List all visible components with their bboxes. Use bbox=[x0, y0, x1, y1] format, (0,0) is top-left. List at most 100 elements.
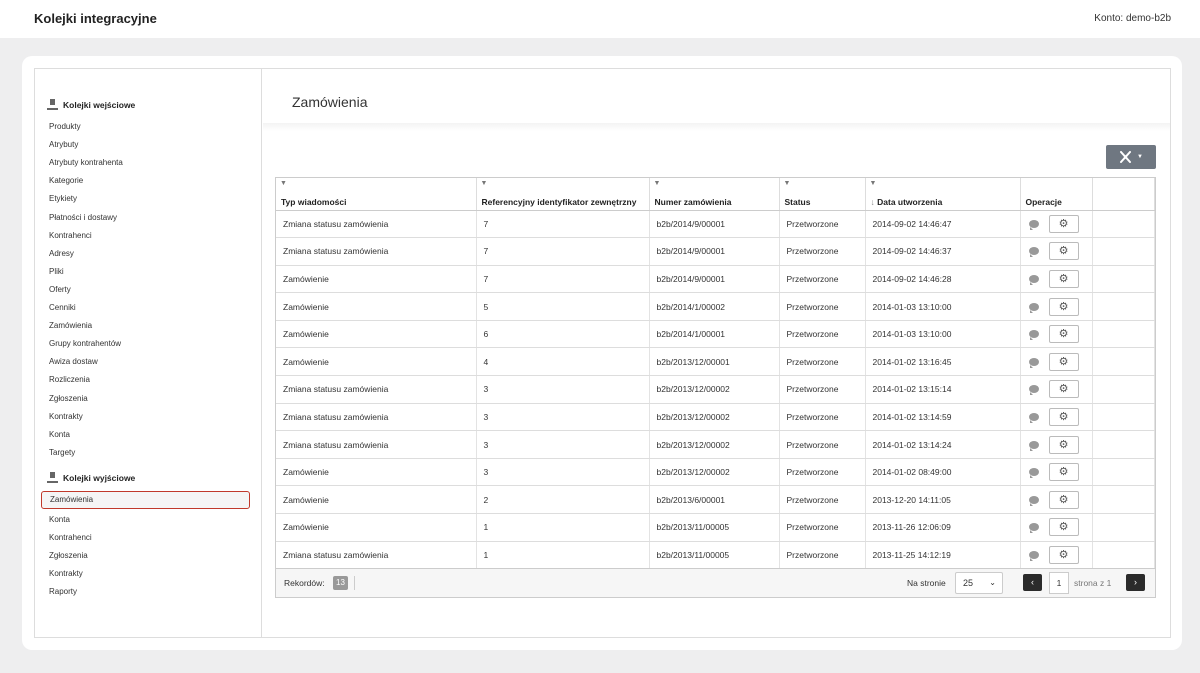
sidebar-item-zgłoszenia[interactable]: Zgłoszenia bbox=[49, 549, 88, 563]
table-row[interactable]: Zamówienie 2 b2b/2013/6/00001 Przetworzone 2… bbox=[276, 485, 1155, 515]
comment-icon[interactable] bbox=[1028, 219, 1039, 230]
inbound-queues-title: Kolejki wejściowe bbox=[63, 99, 136, 110]
sidebar-item-awiza-dostaw[interactable]: Awiza dostaw bbox=[49, 355, 98, 369]
table-cell: Przetworzone bbox=[779, 265, 866, 294]
table-row[interactable]: Zmiana statusu zamówienia 7 b2b/2014/9/000… bbox=[276, 237, 1155, 266]
sidebar-item-rozliczenia[interactable]: Rozliczenia bbox=[49, 373, 90, 387]
gear-icon[interactable]: ⚙ bbox=[1048, 407, 1079, 426]
sidebar-item-cenniki[interactable]: Cenniki bbox=[49, 301, 76, 315]
sidebar-item-raporty[interactable]: Raporty bbox=[49, 585, 77, 599]
comment-icon[interactable] bbox=[1028, 440, 1039, 451]
gear-icon[interactable]: ⚙ bbox=[1048, 380, 1079, 399]
per-page-select[interactable]: 25 ⌄ bbox=[955, 572, 1003, 594]
table-cell: Przetworzone bbox=[779, 458, 866, 487]
sidebar-item-targety[interactable]: Targety bbox=[49, 446, 75, 460]
table-cell: 5 bbox=[476, 292, 650, 321]
table-row[interactable]: Zamówienie 1 b2b/2013/11/00005 Przetworzone… bbox=[276, 513, 1155, 542]
table-cell: 7 bbox=[476, 237, 650, 266]
table-cell-filler bbox=[1092, 403, 1155, 432]
page-of-label: strona z 1 bbox=[1074, 578, 1112, 588]
table-row[interactable]: Zmiana statusu zamówienia 7 b2b/2014/9/000… bbox=[276, 210, 1155, 239]
table-cell: Przetworzone bbox=[779, 210, 866, 239]
table-row[interactable]: Zamówienie 4 b2b/2013/12/00001 Przetworzone… bbox=[276, 347, 1155, 377]
sidebar-item-etykiety[interactable]: Etykiety bbox=[49, 192, 77, 206]
table-row[interactable]: Zamówienie 6 b2b/2014/1/00001 Przetworzone 2… bbox=[276, 320, 1155, 349]
sidebar-item-atrybuty[interactable]: Atrybuty bbox=[49, 138, 78, 152]
comment-icon[interactable] bbox=[1028, 412, 1039, 423]
column-header[interactable]: ▼ Typ wiadomości bbox=[276, 178, 477, 211]
table-cell: b2b/2013/12/00002 bbox=[649, 375, 780, 404]
table-cell: 2014-09-02 14:46:47 bbox=[865, 210, 1021, 239]
comment-icon[interactable] bbox=[1028, 495, 1039, 506]
gear-icon[interactable]: ⚙ bbox=[1048, 214, 1079, 233]
gear-icon[interactable]: ⚙ bbox=[1048, 269, 1079, 288]
table-cell-filler bbox=[1092, 430, 1155, 459]
table-cell: 2013-11-25 14:12:19 bbox=[865, 541, 1021, 570]
column-header[interactable]: ▼ Referencyjny identyfikator zewnętrzny bbox=[476, 178, 650, 211]
table-row[interactable]: Zamówienie 5 b2b/2014/1/00002 Przetworzone 2… bbox=[276, 292, 1155, 321]
page-number-input[interactable]: 1 bbox=[1049, 572, 1069, 594]
sidebar-item-zamówienia[interactable]: Zamówienia bbox=[49, 319, 92, 333]
gear-icon[interactable]: ⚙ bbox=[1048, 352, 1079, 371]
sidebar-item-kontrahenci[interactable]: Kontrahenci bbox=[49, 229, 92, 243]
table-cell: Zamówienie bbox=[276, 513, 477, 542]
comment-icon[interactable] bbox=[1028, 274, 1039, 285]
sidebar-item-konta[interactable]: Konta bbox=[49, 428, 70, 442]
table-row[interactable]: Zmiana statusu zamówienia 1 b2b/2013/11/00… bbox=[276, 541, 1155, 570]
comment-icon[interactable] bbox=[1028, 468, 1039, 479]
sidebar-item-kontrakty[interactable]: Kontrakty bbox=[49, 567, 83, 581]
prev-page-button[interactable]: ‹ bbox=[1023, 574, 1042, 591]
next-page-button[interactable]: › bbox=[1126, 574, 1145, 591]
sidebar-item-zgłoszenia[interactable]: Zgłoszenia bbox=[49, 392, 88, 406]
comment-icon[interactable] bbox=[1028, 385, 1039, 396]
account-label[interactable]: Konto: demo-b2b bbox=[1094, 13, 1171, 24]
gear-icon[interactable]: ⚙ bbox=[1048, 325, 1079, 344]
chevron-down-icon: ▼ bbox=[1137, 154, 1143, 160]
sidebar-item-kontrakty[interactable]: Kontrakty bbox=[49, 410, 83, 424]
sidebar-item-grupy-kontrahentów[interactable]: Grupy kontrahentów bbox=[49, 337, 121, 351]
comment-icon[interactable] bbox=[1028, 247, 1039, 258]
column-header[interactable]: Operacje bbox=[1020, 178, 1093, 211]
table-row[interactable]: Zmiana statusu zamówienia 3 b2b/2013/12/00… bbox=[276, 403, 1155, 432]
sidebar-item-oferty[interactable]: Oferty bbox=[49, 283, 71, 297]
sidebar-item-płatności-i-dostawy[interactable]: Płatności i dostawy bbox=[49, 211, 117, 225]
table-row[interactable]: Zmiana statusu zamówienia 3 b2b/2013/12/00… bbox=[276, 375, 1155, 404]
filter-icon[interactable]: ▼ bbox=[481, 180, 488, 187]
filter-icon[interactable]: ▼ bbox=[654, 180, 661, 187]
table-row[interactable]: Zmiana statusu zamówienia 3 b2b/2013/12/00… bbox=[276, 430, 1155, 459]
table-row[interactable]: Zamówienie 7 b2b/2014/9/00001 Przetworzone 2… bbox=[276, 265, 1155, 294]
filter-icon[interactable]: ▼ bbox=[784, 180, 791, 187]
gear-icon[interactable]: ⚙ bbox=[1048, 297, 1079, 316]
gear-icon[interactable]: ⚙ bbox=[1048, 490, 1079, 509]
gear-icon[interactable]: ⚙ bbox=[1048, 435, 1079, 454]
comment-icon[interactable] bbox=[1028, 330, 1039, 341]
gear-icon[interactable]: ⚙ bbox=[1048, 545, 1079, 564]
comment-icon[interactable] bbox=[1028, 523, 1039, 534]
sidebar-item-zamówienia[interactable]: Zamówienia bbox=[41, 491, 250, 509]
filter-icon[interactable]: ▼ bbox=[870, 180, 877, 187]
tools-menu-button[interactable]: ▼ bbox=[1106, 145, 1156, 169]
operations-cell: ⚙ bbox=[1020, 430, 1093, 459]
column-header[interactable]: ▼ ↓ Data utworzenia bbox=[865, 178, 1021, 211]
table-cell: Przetworzone bbox=[779, 320, 866, 349]
comment-icon[interactable] bbox=[1028, 302, 1039, 313]
sidebar-item-konta[interactable]: Konta bbox=[49, 513, 70, 527]
column-header[interactable]: ▼ Numer zamówienia bbox=[649, 178, 780, 211]
sidebar-item-produkty[interactable]: Produkty bbox=[49, 120, 81, 134]
sidebar-item-kontrahenci[interactable]: Kontrahenci bbox=[49, 531, 92, 545]
gear-icon[interactable]: ⚙ bbox=[1048, 463, 1079, 482]
table-cell: 1 bbox=[476, 513, 650, 542]
sidebar-item-pliki[interactable]: Pliki bbox=[49, 265, 64, 279]
filter-icon[interactable]: ▼ bbox=[280, 180, 287, 187]
sidebar-item-kategorie[interactable]: Kategorie bbox=[49, 174, 83, 188]
sidebar-item-atrybuty-kontrahenta[interactable]: Atrybuty kontrahenta bbox=[49, 156, 123, 170]
gear-icon[interactable]: ⚙ bbox=[1048, 242, 1079, 261]
comment-icon[interactable] bbox=[1028, 550, 1039, 561]
sidebar-item-adresy[interactable]: Adresy bbox=[49, 247, 74, 261]
gear-icon[interactable]: ⚙ bbox=[1048, 518, 1079, 537]
divider bbox=[354, 576, 355, 590]
table-cell: 2014-01-02 13:15:14 bbox=[865, 375, 1021, 404]
comment-icon[interactable] bbox=[1028, 357, 1039, 368]
table-row[interactable]: Zamówienie 3 b2b/2013/12/00002 Przetworzone… bbox=[276, 458, 1155, 487]
column-header[interactable]: ▼ Status bbox=[779, 178, 866, 211]
